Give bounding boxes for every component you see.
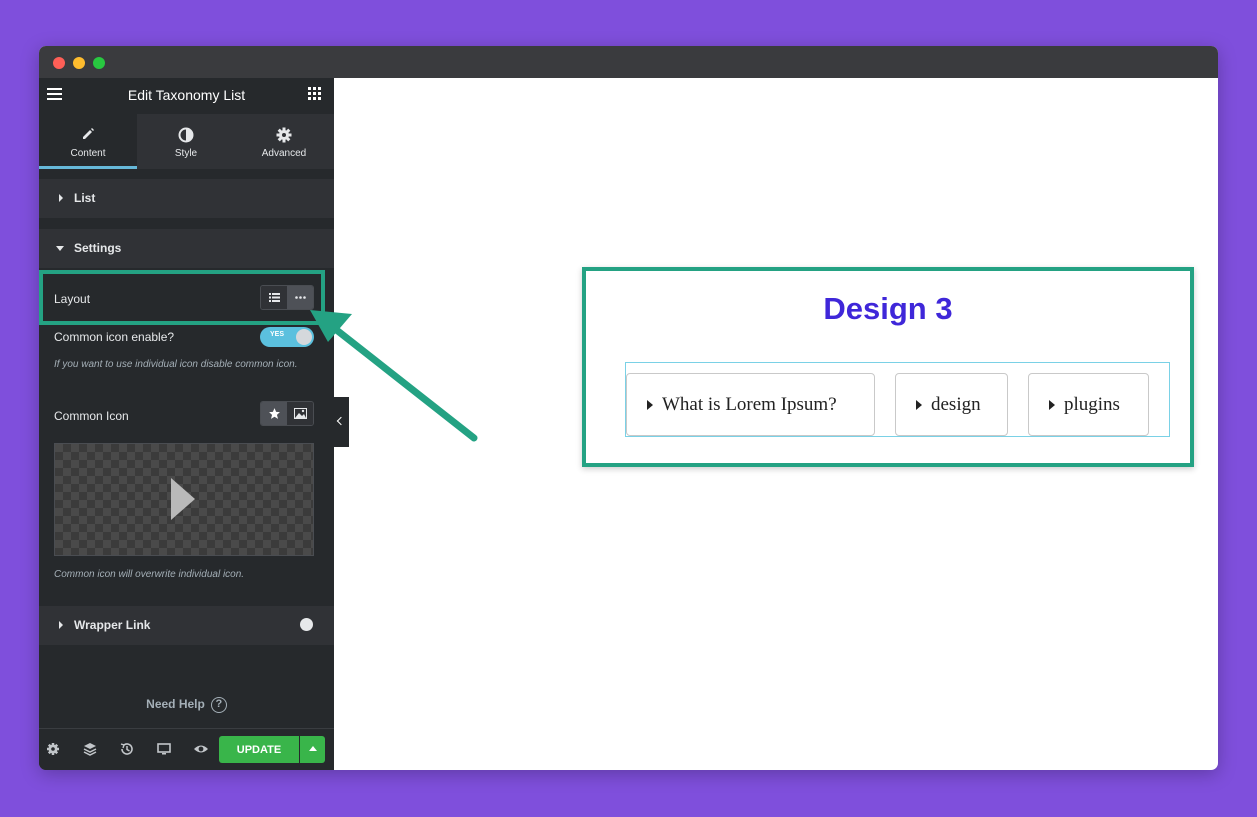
- section-list-label: List: [74, 191, 96, 205]
- section-wrapper-link-label: Wrapper Link: [74, 618, 151, 632]
- layers-icon[interactable]: [82, 741, 98, 757]
- close-window-button[interactable]: [53, 57, 65, 69]
- tab-advanced[interactable]: Advanced: [235, 114, 333, 169]
- gear-icon: [276, 127, 292, 143]
- layout-label: Layout: [54, 292, 91, 306]
- caret-right-icon: [59, 194, 63, 202]
- section-list[interactable]: List: [39, 179, 334, 218]
- pencil-icon: [83, 128, 94, 139]
- common-icon-enable-label: Common icon enable?: [54, 330, 175, 344]
- contrast-icon: [178, 127, 194, 143]
- annotation-arrow-icon: [310, 310, 478, 442]
- need-help-label: Need Help: [146, 697, 205, 712]
- tab-content[interactable]: Content: [39, 114, 137, 169]
- responsive-desktop-icon[interactable]: [156, 741, 172, 757]
- taxonomy-item-label: plugins: [1064, 393, 1120, 415]
- menu-icon[interactable]: [47, 88, 62, 100]
- editor-panel: Edit Taxonomy List Content Style Advance…: [39, 78, 334, 770]
- taxonomy-item[interactable]: design: [895, 373, 1008, 436]
- widgets-grid-icon[interactable]: [308, 87, 321, 100]
- taxonomy-item[interactable]: What is Lorem Ipsum?: [626, 373, 875, 436]
- help-icon: ?: [210, 697, 227, 713]
- layout-list-button[interactable]: [261, 286, 287, 309]
- icon-preview[interactable]: [54, 443, 314, 556]
- addon-badge-icon: [300, 618, 313, 631]
- preview-hint: Common icon will overwrite individual ic…: [54, 569, 245, 580]
- caret-down-icon: [56, 246, 64, 251]
- panel-tabs: Content Style Advanced: [39, 114, 334, 169]
- caret-right-icon: [916, 399, 922, 410]
- taxonomy-list-widget[interactable]: Design 3 What is Lorem Ipsum? design plu…: [582, 267, 1194, 467]
- common-icon-label: Common Icon: [54, 409, 129, 423]
- minimize-window-button[interactable]: [73, 57, 85, 69]
- need-help-link[interactable]: Need Help?: [39, 697, 334, 713]
- caret-right-icon: [59, 621, 63, 629]
- toggle-hint: If you want to use individual icon disab…: [54, 359, 298, 370]
- toggle-yes-text: YES: [270, 331, 285, 338]
- caret-right-icon: [647, 399, 653, 410]
- tab-style-label: Style: [174, 148, 198, 159]
- panel-footer: UPDATE: [39, 728, 334, 770]
- caret-right-preview-icon: [171, 478, 195, 520]
- list-icon: [268, 293, 280, 302]
- section-settings[interactable]: Settings: [39, 229, 334, 268]
- widget-heading: Design 3: [823, 291, 953, 326]
- panel-title: Edit Taxonomy List: [127, 87, 246, 103]
- icon-library-button[interactable]: [261, 402, 287, 425]
- star-icon: [268, 408, 280, 419]
- ellipsis-icon: [294, 296, 306, 299]
- section-wrapper-link[interactable]: Wrapper Link: [39, 606, 334, 645]
- window-titlebar: [39, 46, 1218, 78]
- taxonomy-item-label: What is Lorem Ipsum?: [662, 393, 837, 415]
- tab-style[interactable]: Style: [137, 114, 235, 169]
- caret-right-icon: [1049, 399, 1055, 410]
- taxonomy-list: What is Lorem Ipsum? design plugins: [625, 362, 1170, 437]
- tab-content-label: Content: [70, 148, 106, 159]
- history-icon[interactable]: [119, 741, 135, 757]
- panel-header: Edit Taxonomy List: [39, 78, 334, 114]
- update-options-button[interactable]: [300, 736, 325, 763]
- settings-icon[interactable]: [45, 741, 61, 757]
- tab-advanced-label: Advanced: [261, 148, 307, 159]
- section-settings-label: Settings: [74, 241, 122, 255]
- preview-eye-icon[interactable]: [193, 741, 209, 757]
- maximize-window-button[interactable]: [93, 57, 105, 69]
- taxonomy-item[interactable]: plugins: [1028, 373, 1149, 436]
- update-button[interactable]: UPDATE: [219, 736, 299, 763]
- taxonomy-item-label: design: [931, 393, 981, 415]
